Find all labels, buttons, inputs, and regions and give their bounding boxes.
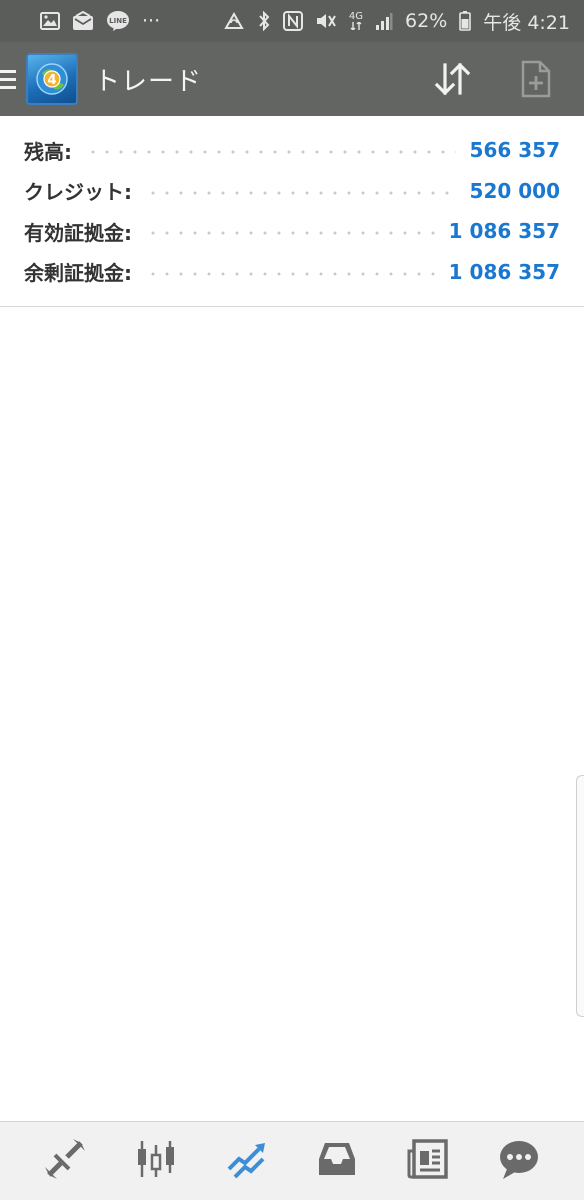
nfc-icon (282, 11, 303, 31)
status-bar: LINE ··· 4G 62% 午後 4:21 (0, 0, 584, 42)
app-bar: 4 トレード (0, 42, 584, 116)
credit-value: 520 000 (469, 178, 560, 203)
candlestick-icon (134, 1137, 178, 1185)
equity-label: 有効証拠金: (24, 220, 132, 245)
summary-row-credit: クレジット: 520 000 (0, 171, 584, 212)
svg-text:4: 4 (47, 73, 56, 88)
network-label: 4G (348, 11, 364, 22)
dotted-leader (146, 231, 435, 236)
new-order-icon[interactable] (514, 57, 558, 101)
battery-icon (459, 11, 472, 31)
svg-text:LINE: LINE (109, 17, 127, 25)
credit-label: クレジット: (24, 180, 132, 205)
nav-messages[interactable] (491, 1133, 547, 1189)
trade-trend-icon (225, 1137, 269, 1185)
network-4g-icon: 4G (349, 12, 363, 30)
nav-trade[interactable] (219, 1133, 275, 1189)
dotted-leader (146, 271, 435, 276)
dotted-leader (86, 150, 456, 155)
edge-panel-handle[interactable] (576, 775, 584, 1017)
more-icon: ··· (142, 10, 161, 32)
newspaper-icon (406, 1137, 450, 1185)
summary-divider (0, 306, 584, 307)
clock: 午後 4:21 (483, 11, 570, 34)
app-bar-actions (430, 57, 584, 101)
status-bar-left: LINE ··· (40, 10, 160, 32)
summary-row-balance: 残高: 566 357 (0, 130, 584, 171)
battery-percent: 62% (405, 10, 448, 32)
status-bar-right: 4G 62% 午後 4:21 (223, 8, 570, 35)
summary-row-free-margin: 余剰証拠金: 1 086 357 (0, 252, 584, 293)
dotted-leader (146, 190, 456, 195)
balance-value: 566 357 (469, 138, 560, 163)
nav-chart[interactable] (128, 1133, 184, 1189)
equity-value: 1 086 357 (448, 219, 560, 244)
summary-row-equity: 有効証拠金: 1 086 357 (0, 211, 584, 252)
free-margin-value: 1 086 357 (448, 259, 560, 284)
quotes-arrows-icon (43, 1137, 87, 1185)
mail-icon (72, 11, 94, 31)
inbox-icon (315, 1137, 359, 1185)
metatrader-logo[interactable]: 4 (26, 53, 78, 105)
sort-arrows-icon[interactable] (430, 57, 474, 101)
signal-icon (375, 12, 393, 30)
nav-history[interactable] (309, 1133, 365, 1189)
chat-icon (497, 1137, 541, 1185)
sync-icon (223, 12, 245, 30)
bluetooth-icon (257, 11, 271, 31)
free-margin-label: 余剰証拠金: (24, 261, 132, 286)
menu-icon[interactable] (0, 42, 20, 116)
bottom-nav (0, 1121, 584, 1200)
account-summary: 残高: 566 357 クレジット: 520 000 有効証拠金: 1 086 … (0, 130, 584, 292)
nav-news[interactable] (400, 1133, 456, 1189)
balance-label: 残高: (24, 139, 72, 164)
mute-icon (315, 11, 337, 31)
gallery-icon (40, 12, 60, 30)
line-app-icon: LINE (106, 10, 130, 32)
page-title: トレード (94, 66, 203, 97)
nav-quotes[interactable] (37, 1133, 93, 1189)
